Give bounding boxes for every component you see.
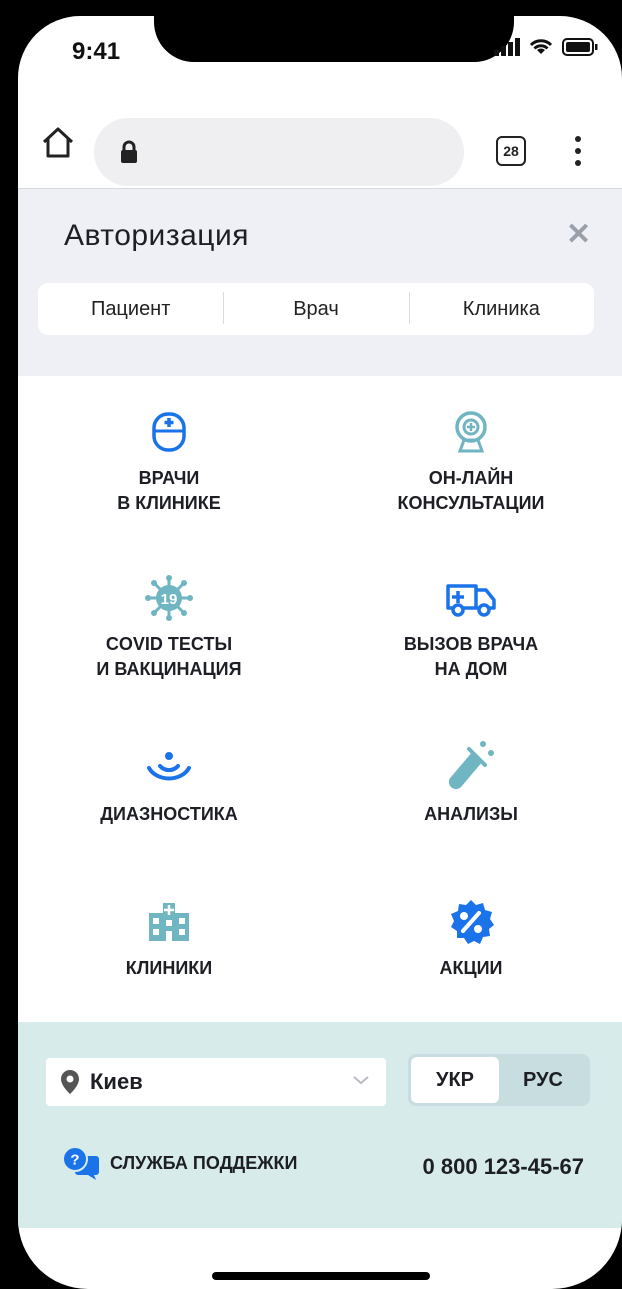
home-indicator [212,1272,430,1280]
service-doctors-in-clinic[interactable]: ВРАЧИ В КЛИНИКЕ [18,412,320,516]
more-menu-icon[interactable] [568,136,588,168]
service-label: COVID ТЕСТЫ И ВАКЦИНАЦИЯ [96,634,242,679]
tabs-count-button[interactable]: 28 [496,136,526,166]
virus-badge: 19 [161,591,178,608]
support-phone[interactable]: 0 800 123-45-67 [423,1154,584,1180]
webcam-icon [455,411,487,453]
service-label: АНАЛИЗЫ [424,804,518,824]
chat-help-icon: ? [62,1146,99,1180]
hospital-icon [149,903,189,941]
service-doctor-call[interactable]: ВЫЗОВ ВРАЧА НА ДОМ [320,578,622,682]
mouse-cross-icon [152,412,186,452]
wifi-icon [529,39,553,54]
lang-ukr-button[interactable]: УКР [411,1057,499,1103]
address-bar[interactable] [94,118,464,186]
service-covid[interactable]: 19 COVID ТЕСТЫ И ВАКЦИНАЦИЯ [18,575,320,682]
phone-screen: 9:41 28 Авторизация ✕ Пациент Врач Клини… [18,16,622,1289]
battery-icon [562,38,598,56]
service-diagnostics[interactable]: ДИАЗНОСТИКА [18,748,320,827]
auth-panel: Авторизация ✕ Пациент Врач Клиника [18,188,622,376]
tab-doctor[interactable]: Врач [223,291,408,324]
language-switch: УКР РУС [408,1054,590,1106]
city-select[interactable]: Киев [46,1058,386,1106]
support-badge: ? [70,1152,79,1169]
service-label: ВРАЧИ В КЛИНИКЕ [117,468,221,513]
status-icons [494,38,598,56]
service-label: ВЫЗОВ ВРАЧА НА ДОМ [403,634,539,679]
service-online-consultations[interactable]: ОН-ЛАЙН КОНСУЛЬТАЦИИ [320,411,622,516]
status-time: 9:41 [72,38,121,65]
service-promotions[interactable]: АКЦИИ [320,900,622,981]
tab-clinic[interactable]: Клиника [408,291,594,324]
footer-panel: Киев УКР РУС ? СЛУЖБА ПОДДЕЖКИ 0 800 123… [18,1022,622,1228]
close-icon[interactable]: ✕ [566,217,591,252]
support-link[interactable]: ? СЛУЖБА ПОДДЕЖКИ [62,1146,297,1180]
home-button[interactable] [38,122,78,162]
service-label: ДИАЗНОСТИКА [100,804,238,824]
support-label: СЛУЖБА ПОДДЕЖКИ [110,1152,298,1173]
device-notch [154,16,514,62]
tab-patient[interactable]: Пациент [38,298,223,321]
cellular-signal-icon [494,38,520,56]
chevron-down-icon [353,1076,369,1085]
signal-icon [147,752,191,781]
test-tube-icon [448,741,494,790]
service-label: КЛИНИКИ [125,958,213,978]
lock-icon [121,140,137,163]
service-label: ОН-ЛАЙН КОНСУЛЬТАЦИИ [397,468,545,513]
lang-rus-button[interactable]: РУС [499,1057,587,1103]
service-clinics[interactable]: КЛИНИКИ [18,902,320,981]
service-analyses[interactable]: АНАЛИЗЫ [320,741,622,827]
city-name: Киев [90,1069,143,1094]
auth-tabs: Пациент Врач Клиника [38,283,594,335]
virus-icon: 19 [145,575,193,621]
auth-title: Авторизация [64,219,249,252]
browser-toolbar: 28 [18,100,622,188]
home-icon [42,127,74,158]
location-pin-icon [61,1070,79,1094]
discount-badge-icon [451,900,494,944]
ambulance-icon [446,584,496,617]
service-label: АКЦИИ [439,958,503,978]
